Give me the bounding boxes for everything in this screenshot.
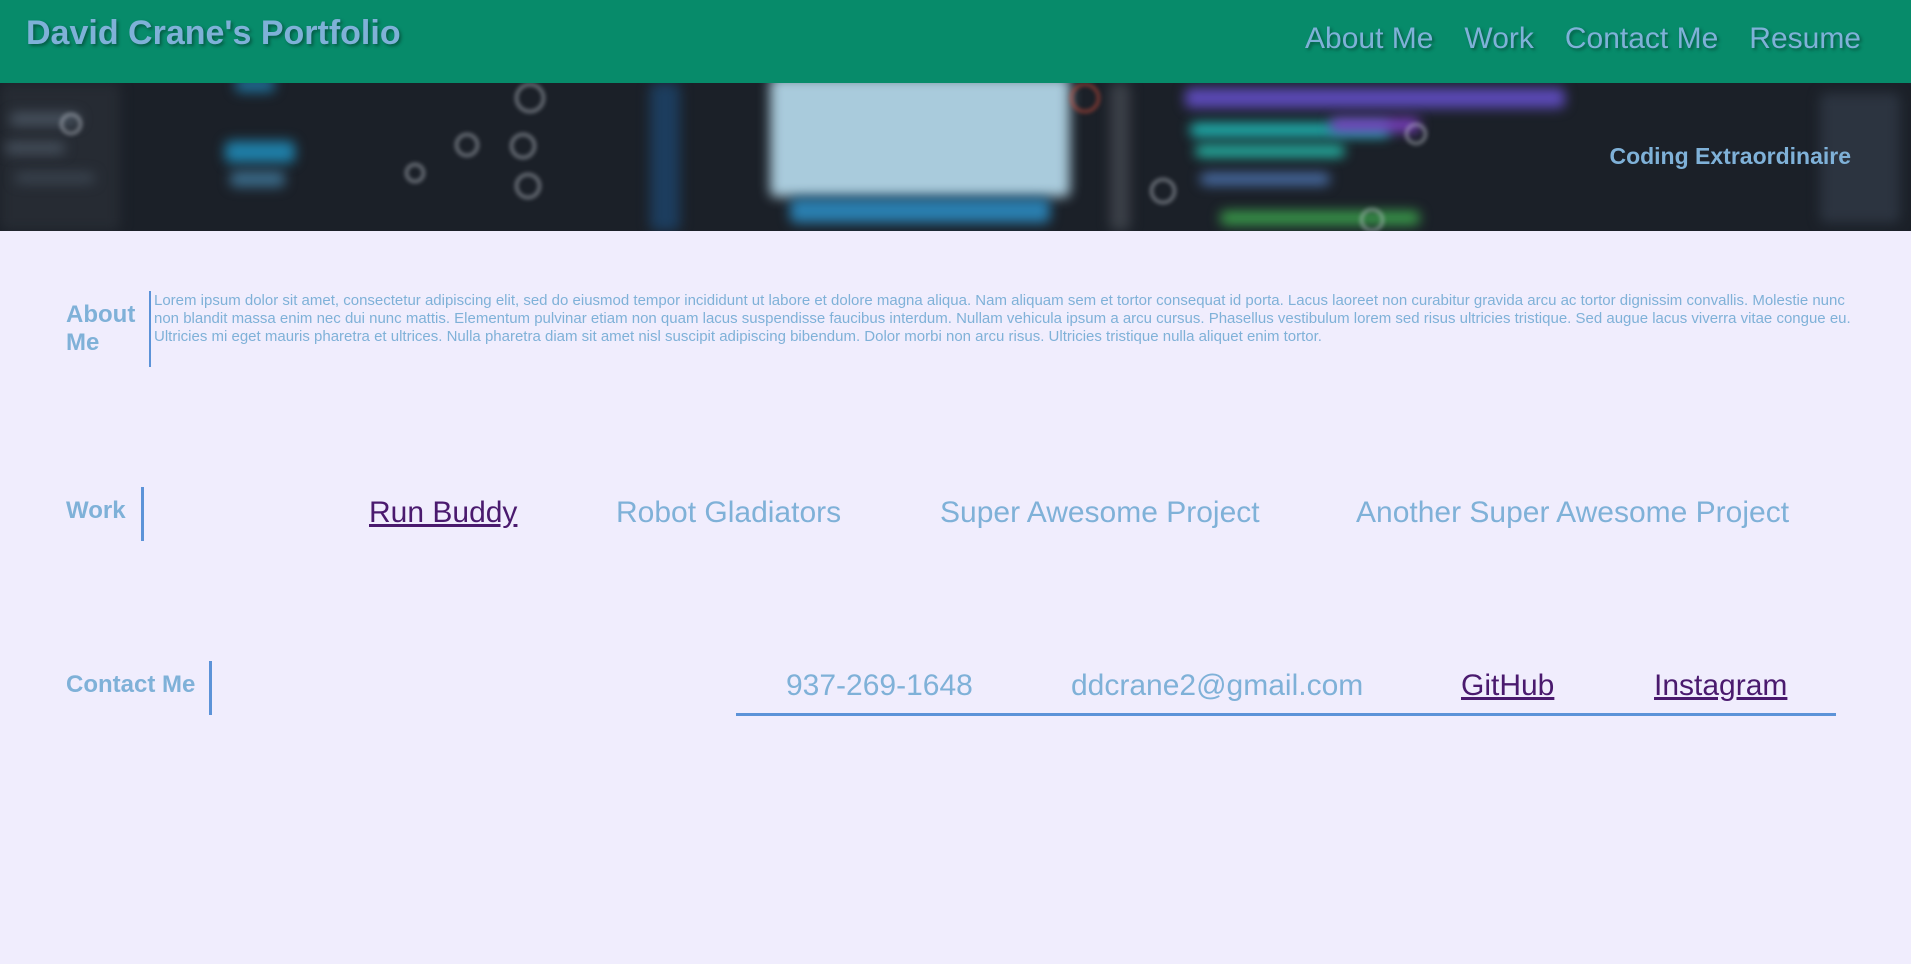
contact-github-link[interactable]: GitHub — [1461, 668, 1554, 704]
project-link-another-super-awesome[interactable]: Another Super Awesome Project — [1356, 495, 1789, 531]
site-header: David Crane's Portfolio About Me Work Co… — [0, 0, 1911, 83]
about-title: About Me — [66, 301, 136, 356]
nav-contact-me[interactable]: Contact Me — [1565, 20, 1718, 58]
about-divider — [149, 291, 151, 367]
site-title: David Crane's Portfolio — [26, 14, 401, 52]
work-project-list: Run Buddy Robot Gladiators Super Awesome… — [0, 495, 1911, 535]
contact-phone: 937-269-1648 — [786, 669, 973, 702]
contact-underline — [736, 713, 1836, 716]
project-link-run-buddy[interactable]: Run Buddy — [369, 495, 517, 531]
contact-email: ddcrane2@gmail.com — [1071, 669, 1364, 702]
nav-resume[interactable]: Resume — [1749, 20, 1861, 58]
main-nav: About Me Work Contact Me Resume — [1305, 20, 1861, 58]
contact-list: 937-269-1648 ddcrane2@gmail.com GitHub I… — [0, 668, 1911, 708]
contact-instagram-link[interactable]: Instagram — [1654, 668, 1787, 704]
hero-tagline: Coding Extraordinaire — [1609, 143, 1851, 169]
nav-work[interactable]: Work — [1464, 20, 1533, 58]
nav-about-me[interactable]: About Me — [1305, 20, 1433, 58]
hero-banner: Coding Extraordinaire — [0, 83, 1911, 231]
project-link-super-awesome[interactable]: Super Awesome Project — [940, 495, 1260, 531]
project-link-robot-gladiators[interactable]: Robot Gladiators — [616, 495, 841, 531]
about-paragraph: Lorem ipsum dolor sit amet, consectetur … — [154, 292, 1851, 345]
